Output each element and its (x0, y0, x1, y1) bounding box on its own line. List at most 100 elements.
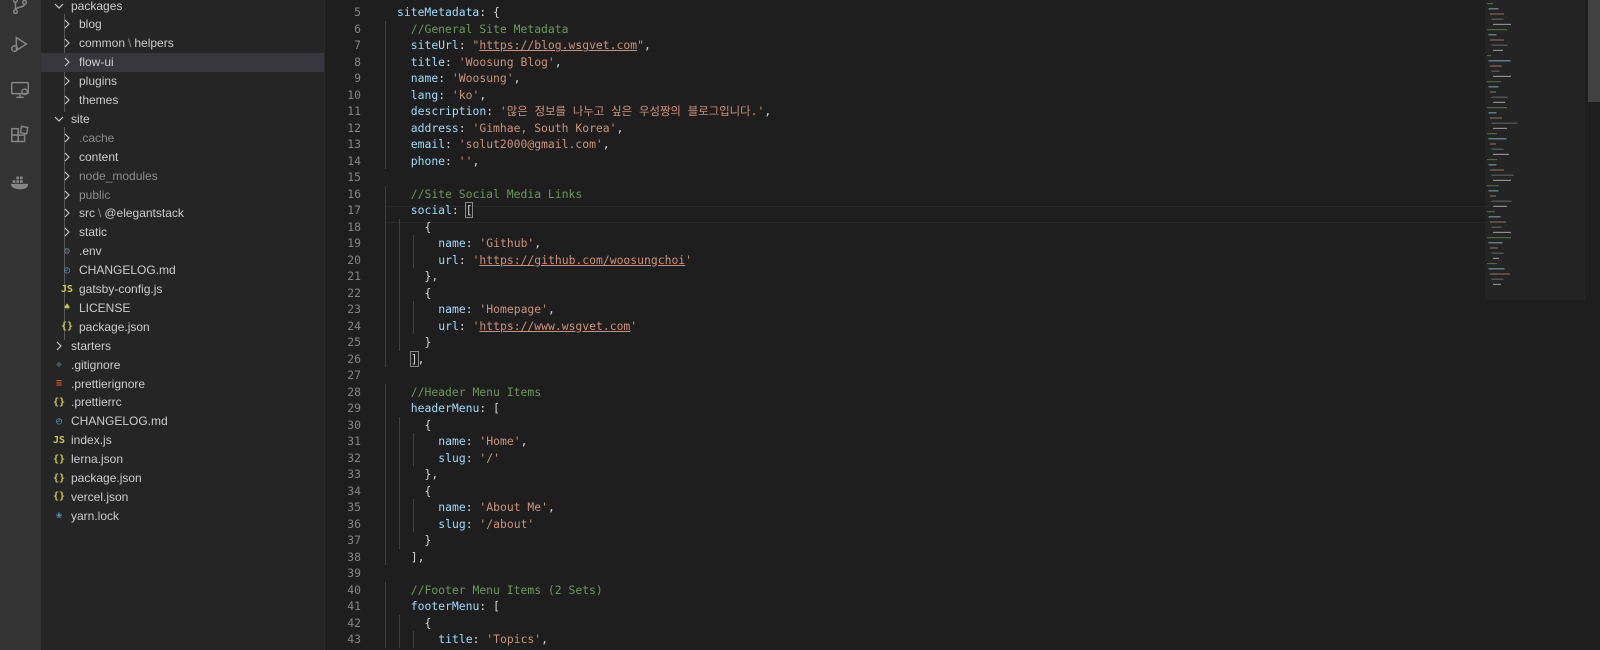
code-line[interactable]: 5 siteMetadata: { (325, 4, 1475, 21)
minimap-line (1491, 122, 1518, 124)
code-line[interactable]: 31 name: 'Home', (325, 433, 1475, 450)
file-item[interactable]: ◆ .gitignore (41, 355, 324, 374)
minimap-line (1490, 117, 1502, 119)
extensions-icon[interactable] (8, 124, 32, 148)
code-line[interactable]: 28 //Header Menu Items (325, 384, 1475, 401)
code-line[interactable]: 25} (325, 334, 1475, 351)
file-item[interactable]: {} package.json (41, 469, 324, 488)
code-line[interactable]: 38], (325, 549, 1475, 566)
chevron-right-icon[interactable] (59, 187, 75, 203)
chevron-right-icon[interactable] (51, 338, 67, 354)
code-line[interactable]: 43 title: 'Topics', (325, 631, 1475, 648)
chevron-down-icon[interactable] (51, 0, 67, 14)
code-line[interactable]: 37} (325, 532, 1475, 549)
file-item[interactable]: {} vercel.json (41, 487, 324, 506)
chevron-right-icon[interactable] (59, 35, 75, 51)
chevron-right-icon[interactable] (59, 130, 75, 146)
code-line[interactable]: 7 siteUrl: "https://blog.wsgvet.com", (325, 37, 1475, 54)
code-text: description: '많은 정보를 나누고 싶은 우성짱의 블로그입니다.… (411, 103, 771, 120)
folder-item[interactable]: blog (41, 15, 324, 34)
code-line[interactable]: 36 slug: '/about' (325, 516, 1475, 533)
minimap[interactable] (1485, 0, 1585, 650)
indent-guide (385, 416, 386, 433)
file-item[interactable]: {} lerna.json (41, 450, 324, 469)
folder-item[interactable]: packages (41, 0, 324, 15)
code-line[interactable]: 34 { (325, 483, 1475, 500)
code-line[interactable]: 35 name: 'About Me', (325, 499, 1475, 516)
code-line[interactable]: 17 social: [ (325, 202, 1475, 219)
chevron-right-icon[interactable] (59, 92, 75, 108)
remote-explorer-icon[interactable] (8, 78, 32, 102)
url-link[interactable]: https://github.com/woosungchoi (479, 253, 685, 267)
code-line[interactable]: 15 (325, 169, 1475, 186)
folder-item[interactable]: site (41, 109, 324, 128)
chevron-right-icon[interactable] (59, 54, 75, 70)
folder-item[interactable]: src \ @elegantstack (41, 204, 324, 223)
file-item[interactable]: {} package.json (41, 317, 324, 336)
code-line[interactable]: 39 (325, 565, 1475, 582)
file-item[interactable]: ♠ LICENSE (41, 298, 324, 317)
code-line[interactable]: 10 lang: 'ko', (325, 87, 1475, 104)
folder-item[interactable]: public (41, 185, 324, 204)
code-line[interactable]: 14 phone: '', (325, 153, 1475, 170)
vertical-scrollbar[interactable] (1588, 0, 1600, 650)
code-line[interactable]: 29 headerMenu: [ (325, 400, 1475, 417)
property-key: description (410, 104, 487, 118)
folder-item[interactable]: plugins (41, 72, 324, 91)
file-item[interactable]: JS gatsby-config.js (41, 280, 324, 299)
chevron-right-icon[interactable] (59, 205, 75, 221)
scrollbar-thumb[interactable] (1588, 0, 1600, 102)
folder-item[interactable]: .cache (41, 128, 324, 147)
code-line[interactable]: 21}, (325, 268, 1475, 285)
code-editor[interactable]: 5 siteMetadata: {6//General Site Metadata… (325, 0, 1600, 650)
code-line[interactable]: 18 { (325, 219, 1475, 236)
source-control-icon[interactable] (8, 0, 32, 18)
chevron-right-icon[interactable] (59, 73, 75, 89)
code-line[interactable]: 16 //Site Social Media Links (325, 186, 1475, 203)
code-line[interactable]: 40 //Footer Menu Items (2 Sets) (325, 582, 1475, 599)
folder-item[interactable]: content (41, 147, 324, 166)
chevron-down-icon[interactable] (51, 111, 67, 127)
chevron-right-icon[interactable] (59, 224, 75, 240)
folder-item[interactable]: themes (41, 91, 324, 110)
minimap-line (1493, 179, 1511, 181)
file-item[interactable]: ◴ CHANGELOG.md (41, 261, 324, 280)
code-line[interactable]: 8 title: 'Woosung Blog', (325, 54, 1475, 71)
docker-icon[interactable] (8, 170, 32, 194)
chevron-right-icon[interactable] (59, 168, 75, 184)
file-item[interactable]: {} .prettierrc (41, 393, 324, 412)
folder-item[interactable]: common \ helpers (41, 34, 324, 53)
chevron-right-icon[interactable] (59, 16, 75, 32)
file-item[interactable]: ≡ .prettierignore (41, 374, 324, 393)
file-item[interactable]: ❀ yarn.lock (41, 506, 324, 525)
code-line[interactable]: 9 name: 'Woosung', (325, 70, 1475, 87)
code-line[interactable]: 26], (325, 350, 1475, 368)
code-line[interactable]: 11 description: '많은 정보를 나누고 싶은 우성짱의 블로그입니… (325, 103, 1475, 120)
code-line[interactable]: 33}, (325, 466, 1475, 483)
code-line[interactable]: 24 url: 'https://www.wsgvet.com' (325, 318, 1475, 335)
code-line[interactable]: 13 email: 'solut2000@gmail.com', (325, 136, 1475, 153)
file-item[interactable]: ⚙ .env (41, 242, 324, 261)
code-line[interactable]: 42 { (325, 615, 1475, 632)
folder-item[interactable]: starters (41, 336, 324, 355)
chevron-right-icon[interactable] (59, 149, 75, 165)
code-line[interactable]: 19 name: 'Github', (325, 235, 1475, 252)
file-item[interactable]: JS index.js (41, 431, 324, 450)
code-line[interactable]: 41 footerMenu: [ (325, 598, 1475, 615)
yarn-icon: ❀ (55, 510, 63, 522)
code-line[interactable]: 32 slug: '/' (325, 450, 1475, 467)
code-line[interactable]: 23 name: 'Homepage', (325, 301, 1475, 318)
url-link[interactable]: https://blog.wsgvet.com (479, 38, 637, 52)
folder-item[interactable]: static (41, 223, 324, 242)
code-line[interactable]: 12 address: 'Gimhae, South Korea', (325, 120, 1475, 137)
folder-item[interactable]: node_modules (41, 166, 324, 185)
code-line[interactable]: 20 url: 'https://github.com/woosungchoi' (325, 252, 1475, 269)
url-link[interactable]: https://www.wsgvet.com (479, 319, 630, 333)
run-debug-icon[interactable] (8, 32, 32, 56)
code-line[interactable]: 30 { (325, 417, 1475, 434)
code-line[interactable]: 6 //General Site Metadata (325, 21, 1475, 38)
folder-item[interactable]: flow-ui (41, 52, 324, 72)
code-line[interactable]: 27 (325, 367, 1475, 384)
code-line[interactable]: 22 { (325, 285, 1475, 302)
file-item[interactable]: ◴ CHANGELOG.md (41, 412, 324, 431)
